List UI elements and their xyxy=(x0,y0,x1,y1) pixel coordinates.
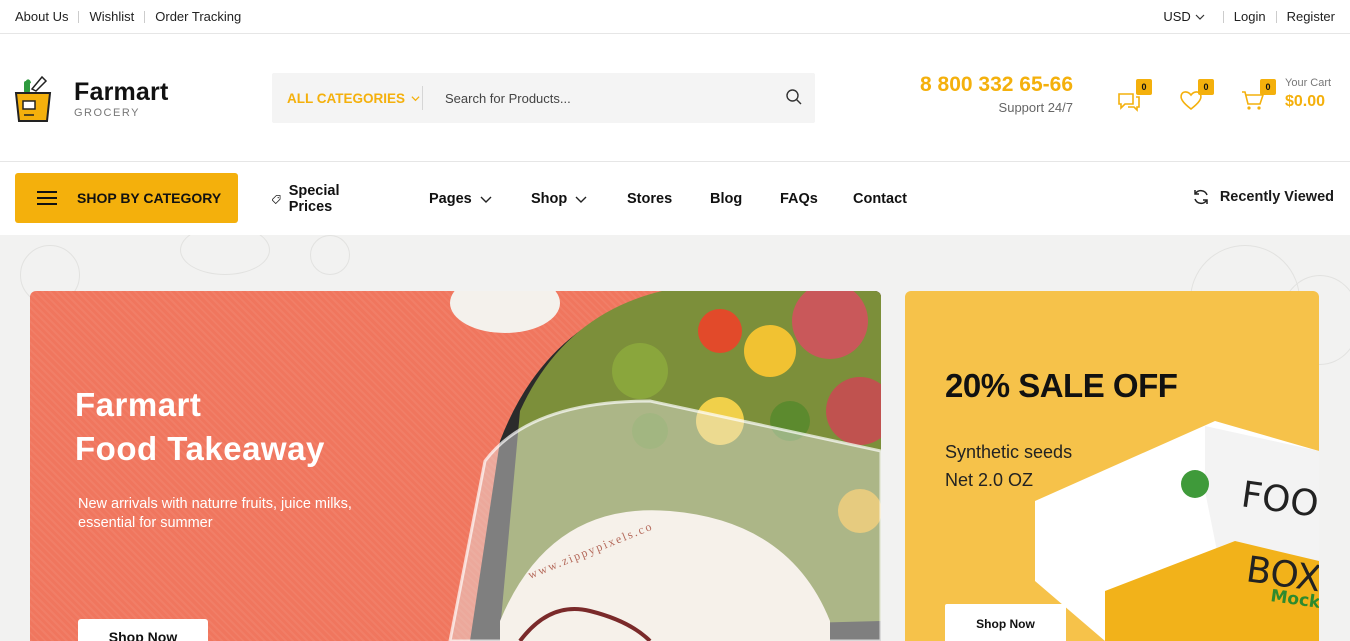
nav-item-label: Shop xyxy=(531,191,568,207)
cart-count-badge: 0 xyxy=(1260,79,1276,95)
promo-title: 20% SALE OFF xyxy=(945,367,1178,404)
compare-button[interactable]: 0 xyxy=(1116,79,1152,115)
top-bar-account: USD Login Register xyxy=(1163,9,1335,24)
search-bar: ALL CATEGORIES xyxy=(272,73,815,123)
support-label: Support 24/7 xyxy=(998,100,1073,115)
hero-title: Farmart Food Takeaway xyxy=(75,383,325,471)
divider xyxy=(144,10,146,23)
promo-banner[interactable]: FOOD BOX Mock 20% SALE OFF Synthetic see… xyxy=(905,291,1319,641)
cart-total: $0.00 xyxy=(1285,93,1326,110)
divider xyxy=(1275,10,1277,23)
brand-name: Farmart xyxy=(74,78,169,106)
divider xyxy=(1222,10,1224,23)
nav-item-special-prices[interactable]: Special Prices xyxy=(272,183,346,215)
currency-selector[interactable]: USD xyxy=(1163,9,1205,24)
nav-item-pages[interactable]: Pages xyxy=(429,191,492,207)
nav-item-label: FAQs xyxy=(780,191,818,207)
decorative-doodle xyxy=(310,235,350,275)
recently-viewed-button[interactable]: Recently Viewed xyxy=(1192,188,1334,206)
chevron-down-icon xyxy=(1195,14,1205,20)
site-logo[interactable]: Farmart GROCERY xyxy=(14,75,169,123)
main-header: Farmart GROCERY ALL CATEGORIES 8 800 332… xyxy=(0,35,1350,162)
promo-shop-now-button[interactable]: Shop Now xyxy=(945,604,1066,641)
category-dropdown[interactable]: ALL CATEGORIES xyxy=(272,86,423,110)
promo-details: Synthetic seeds Net 2.0 OZ xyxy=(945,438,1072,494)
promo-line2: Net 2.0 OZ xyxy=(945,470,1034,490)
hero-banner[interactable]: www.zippypixels.co Farmart Food Takeaway… xyxy=(30,291,881,641)
hero-title-line1: Farmart xyxy=(75,386,202,423)
nav-item-faqs[interactable]: FAQs xyxy=(780,191,818,207)
nav-item-shop[interactable]: Shop xyxy=(531,191,587,207)
logo-text: Farmart GROCERY xyxy=(74,79,169,119)
hero-title-line2: Food Takeaway xyxy=(75,430,325,467)
search-icon[interactable] xyxy=(785,88,803,106)
cart-summary[interactable]: Your Cart $0.00 xyxy=(1285,77,1331,111)
nav-item-label: Special Prices xyxy=(288,183,340,215)
shop-by-category-label: SHOP BY CATEGORY xyxy=(77,190,222,206)
chevron-down-icon xyxy=(575,196,587,203)
promo-line1: Synthetic seeds xyxy=(945,442,1073,462)
divider xyxy=(78,10,80,23)
cart-label: Your Cart xyxy=(1285,77,1332,89)
grocery-bag-icon xyxy=(14,75,54,123)
chevron-down-icon xyxy=(411,95,420,101)
refresh-icon xyxy=(1194,189,1208,205)
nav-item-stores[interactable]: Stores xyxy=(627,191,672,207)
order-tracking-link[interactable]: Order Tracking xyxy=(155,9,241,24)
nav-item-label: Contact xyxy=(853,191,907,207)
support-phone: 8 800 332 65-66 Support 24/7 xyxy=(908,73,1073,115)
decorative-doodle xyxy=(180,235,270,275)
register-link[interactable]: Register xyxy=(1287,9,1335,24)
top-bar-links: About Us Wishlist Order Tracking xyxy=(15,9,241,24)
nav-item-blog[interactable]: Blog xyxy=(710,191,742,207)
recently-viewed-label: Recently Viewed xyxy=(1219,189,1334,205)
nav-item-label: Pages xyxy=(429,191,472,207)
compare-count-badge: 0 xyxy=(1136,79,1152,95)
top-bar: About Us Wishlist Order Tracking USD Log… xyxy=(0,0,1350,34)
hero-subtitle: New arrivals with naturre fruits, juice … xyxy=(78,496,352,531)
shop-by-category-button[interactable]: SHOP BY CATEGORY xyxy=(15,173,238,223)
search-input[interactable] xyxy=(423,90,763,106)
wishlist-button[interactable]: 0 xyxy=(1178,79,1214,115)
main-nav: SHOP BY CATEGORY Special Prices Pages Sh… xyxy=(0,163,1350,235)
category-dropdown-label: ALL CATEGORIES xyxy=(287,90,406,106)
hero-shop-now-button[interactable]: Shop Now xyxy=(78,619,208,641)
about-us-link[interactable]: About Us xyxy=(15,9,68,24)
nav-item-label: Stores xyxy=(627,191,673,207)
wishlist-count-badge: 0 xyxy=(1198,79,1214,95)
phone-number[interactable]: 8 800 332 65-66 xyxy=(908,73,1073,97)
brand-tagline: GROCERY xyxy=(74,107,140,119)
nav-item-contact[interactable]: Contact xyxy=(853,191,907,207)
wishlist-link[interactable]: Wishlist xyxy=(89,9,134,24)
hamburger-icon xyxy=(37,191,57,205)
currency-label: USD xyxy=(1163,9,1191,24)
chevron-down-icon xyxy=(480,196,492,203)
cart-button[interactable]: 0 xyxy=(1240,79,1276,115)
tag-icon xyxy=(272,194,281,204)
login-link[interactable]: Login xyxy=(1234,9,1266,24)
nav-item-label: Blog xyxy=(710,191,743,207)
